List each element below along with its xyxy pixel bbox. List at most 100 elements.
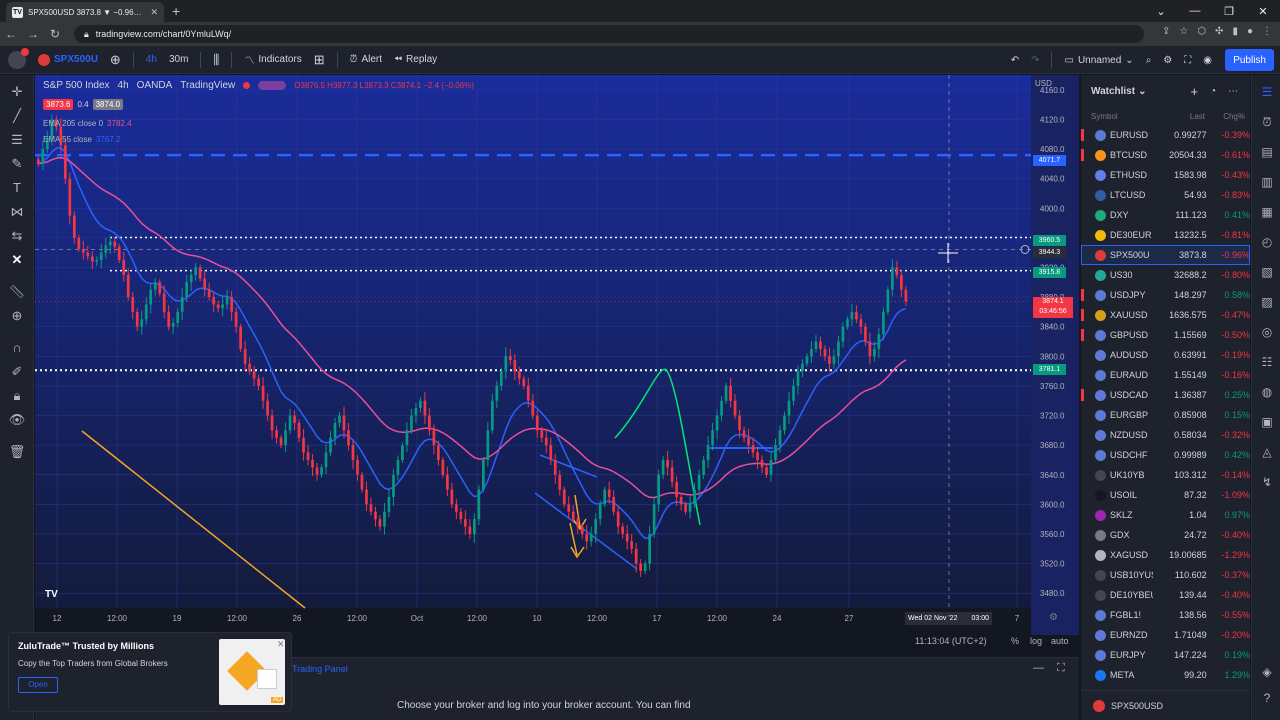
undo-button[interactable]: ↶ bbox=[1005, 55, 1025, 66]
snapshot-button[interactable]: ◉ bbox=[1197, 55, 1218, 66]
watchlist-row[interactable]: UK10YB 103.312 -0.14% bbox=[1081, 465, 1250, 485]
calendar-grid-icon[interactable]: ▣ bbox=[1258, 413, 1276, 431]
watchlist-row[interactable]: META 99.20 1.29% bbox=[1081, 665, 1250, 685]
templates-button[interactable]: ⊞ bbox=[308, 52, 331, 68]
watchlist-row[interactable]: USDCHF 0.99989 0.42% bbox=[1081, 445, 1250, 465]
currency-label[interactable]: USD bbox=[1035, 79, 1052, 88]
maximize-icon[interactable]: ❐ bbox=[1212, 5, 1246, 18]
news-icon[interactable]: ▧ bbox=[1258, 263, 1276, 281]
watchlist-row[interactable]: DE30EUR 13232.5 -0.81% bbox=[1081, 225, 1250, 245]
watchlist-row[interactable]: BTCUSD 20504.33 -0.61% bbox=[1081, 145, 1250, 165]
remove-drawing-icon[interactable]: ✕ bbox=[8, 251, 26, 269]
price-chart[interactable]: 4160.04120.04080.04040.04000.03960.03920… bbox=[35, 75, 1079, 646]
chart-type-button[interactable]: ⫼ bbox=[207, 52, 225, 68]
megaphone-icon[interactable]: ◬ bbox=[1258, 443, 1276, 461]
column-change[interactable]: Chg% bbox=[1205, 112, 1245, 121]
maximize-panel-icon[interactable]: ⛶ bbox=[1057, 662, 1065, 675]
eye-icon[interactable]: 👁︎ bbox=[8, 411, 26, 429]
layout-button[interactable]: ▭ Unnamed ⌄ bbox=[1058, 55, 1139, 66]
watchlist-row[interactable]: US30 32688.2 -0.80% bbox=[1081, 265, 1250, 285]
advanced-view-icon[interactable]: ◔ bbox=[1210, 86, 1216, 97]
watchlist-row[interactable]: LTCUSD 54.93 -0.83% bbox=[1081, 185, 1250, 205]
ad-close-icon[interactable]: ✕ bbox=[277, 639, 285, 650]
watchlist-row[interactable]: SPX500U 3873.8 -0.96% bbox=[1081, 245, 1250, 265]
tab-search-icon[interactable]: ⌄ bbox=[1144, 5, 1178, 18]
crosshair-icon[interactable]: ✛ bbox=[8, 83, 26, 101]
redo-button[interactable]: ↷ bbox=[1025, 55, 1045, 66]
symbol-title[interactable]: S&P 500 Index bbox=[43, 80, 110, 91]
bookmark-star-icon[interactable]: ☆ bbox=[1179, 26, 1188, 37]
chart-clock[interactable]: 11:13:04 (UTC+2) bbox=[915, 636, 987, 646]
watchlist-row[interactable]: USDJPY 148.297 0.58% bbox=[1081, 285, 1250, 305]
data-window-icon[interactable]: ▤ bbox=[1258, 143, 1276, 161]
log-scale-toggle[interactable]: log bbox=[1030, 636, 1042, 646]
buy-price-button[interactable]: 3874.0 bbox=[92, 99, 124, 110]
url-field[interactable]: 🔒︎ tradingview.com/chart/0YmluLWq/ bbox=[74, 25, 1144, 43]
watchlist-row[interactable]: GDX 24.72 -0.40% bbox=[1081, 525, 1250, 545]
chart-canvas[interactable]: 4160.04120.04080.04040.04000.03960.03920… bbox=[35, 75, 1079, 635]
magnet-icon[interactable]: ∩ bbox=[8, 339, 26, 357]
watchlist-menu-icon[interactable]: ⋯ bbox=[1228, 86, 1238, 97]
ema-55-legend[interactable]: EMA 55 close 3767.2 bbox=[43, 135, 120, 144]
time-axis-settings-icon[interactable]: ⚙ bbox=[1049, 612, 1058, 623]
prediction-icon[interactable]: ⇆ bbox=[8, 227, 26, 245]
trading-panel-tab[interactable]: Trading Panel bbox=[292, 664, 348, 674]
watchlist-row[interactable]: USDCAD 1.36387 0.25% bbox=[1081, 385, 1250, 405]
watchlist-row[interactable]: EURAUD 1.55149 -0.16% bbox=[1081, 365, 1250, 385]
watchlist-row[interactable]: AUDUSD 0.63991 -0.19% bbox=[1081, 345, 1250, 365]
sell-price-button[interactable]: 3873.6 bbox=[43, 99, 74, 110]
profile-avatar[interactable]: ● bbox=[1247, 26, 1253, 37]
watchlist-row[interactable]: USOIL 87.32 -1.09% bbox=[1081, 485, 1250, 505]
flag-marker[interactable] bbox=[1081, 289, 1084, 301]
percent-scale-toggle[interactable]: % bbox=[1011, 636, 1019, 646]
zoom-icon[interactable]: ⊕ bbox=[8, 307, 26, 325]
extension-icon[interactable]: ⬡ bbox=[1197, 26, 1206, 37]
watchlist-icon[interactable]: ☰ bbox=[1258, 83, 1276, 101]
puzzle-icon[interactable]: ✣ bbox=[1215, 26, 1223, 37]
streams-icon[interactable]: ◎ bbox=[1258, 323, 1276, 341]
minimize-panel-icon[interactable]: — bbox=[1033, 662, 1044, 674]
flag-marker[interactable] bbox=[1081, 129, 1084, 141]
trendline-icon[interactable]: ╱ bbox=[8, 107, 26, 125]
replay-button[interactable]: ⏪︎ Replay bbox=[388, 54, 443, 65]
menu-dots-icon[interactable]: ⋮ bbox=[1262, 26, 1272, 37]
close-tab-icon[interactable]: ✕ bbox=[150, 7, 158, 18]
flag-marker[interactable] bbox=[1081, 309, 1084, 321]
forward-icon[interactable]: → bbox=[22, 27, 44, 41]
text-icon[interactable]: T bbox=[8, 179, 26, 197]
minimize-icon[interactable]: — bbox=[1178, 5, 1212, 17]
fib-icon[interactable]: ☰ bbox=[8, 131, 26, 149]
alerts-clock-icon[interactable]: ⏰︎ bbox=[1258, 113, 1276, 131]
indicators-button[interactable]: 〽 Indicators bbox=[238, 52, 307, 67]
watchlist-row[interactable]: DXY 111.123 0.41% bbox=[1081, 205, 1250, 225]
watchlist-row[interactable]: EURGBP 0.85908 0.15% bbox=[1081, 405, 1250, 425]
flag-marker[interactable] bbox=[1081, 329, 1084, 341]
share-icon[interactable]: ⇪ bbox=[1162, 26, 1170, 37]
lock-drawings-icon[interactable]: 🔒︎ bbox=[8, 387, 26, 405]
chevron-down-icon[interactable]: ⌄ bbox=[1138, 86, 1146, 97]
add-symbol-icon[interactable]: + bbox=[1190, 84, 1198, 99]
flag-marker[interactable] bbox=[1081, 389, 1084, 401]
column-symbol[interactable]: Symbol bbox=[1091, 112, 1157, 121]
sidebar-icon[interactable]: ▮ bbox=[1232, 26, 1238, 37]
chat-icon[interactable]: ▨ bbox=[1258, 293, 1276, 311]
auto-scale-toggle[interactable]: auto bbox=[1051, 636, 1069, 646]
column-last[interactable]: Last bbox=[1157, 112, 1205, 121]
hotlists-icon[interactable]: ▥ bbox=[1258, 173, 1276, 191]
watchlist-row[interactable]: EURUSD 0.99277 -0.39% bbox=[1081, 125, 1250, 145]
tradingview-logo[interactable]: TV bbox=[45, 589, 63, 601]
new-tab-icon[interactable]: + bbox=[172, 3, 180, 19]
ema-205-legend[interactable]: EMA 205 close 0 3782.4 bbox=[43, 119, 132, 128]
interval-30m-button[interactable]: 30m bbox=[163, 54, 194, 65]
brush-icon[interactable]: ✎ bbox=[8, 155, 26, 173]
stay-drawing-icon[interactable]: ✐ bbox=[8, 363, 26, 381]
help-circle-icon[interactable]: ? bbox=[1258, 689, 1276, 707]
ad-popup[interactable]: ZuluTrade™ Trusted by Millions Copy the … bbox=[8, 632, 292, 712]
settings-button[interactable]: ⚙ bbox=[1157, 55, 1178, 66]
watchlist-row[interactable]: EURNZD 1.71049 -0.20% bbox=[1081, 625, 1250, 645]
watchlist-row[interactable]: USB10YUSD 110.602 -0.37% bbox=[1081, 565, 1250, 585]
watchlist-row[interactable]: XAGUSD 19.00685 -1.29% bbox=[1081, 545, 1250, 565]
layers-icon[interactable]: ◈ bbox=[1258, 663, 1276, 681]
watchlist-row[interactable]: ETHUSD 1583.98 -0.43% bbox=[1081, 165, 1250, 185]
close-window-icon[interactable]: ✕ bbox=[1246, 5, 1280, 18]
